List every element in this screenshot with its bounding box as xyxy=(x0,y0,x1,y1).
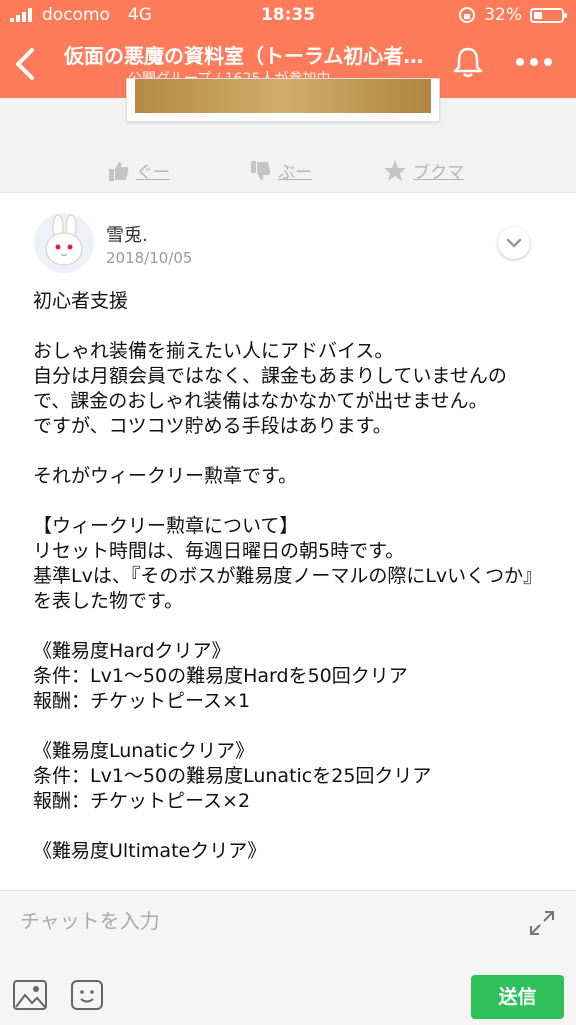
bell-icon[interactable] xyxy=(450,44,486,80)
attached-image[interactable] xyxy=(126,78,440,122)
post-paragraph: それがウィークリー勲章です。 xyxy=(33,465,298,487)
post-paragraph: 《難易度Ultimateクリア》 xyxy=(33,840,267,862)
more-options-icon[interactable] xyxy=(512,50,556,74)
rabbit-avatar-icon xyxy=(45,214,83,266)
post-date: 2018/10/05 xyxy=(106,249,193,267)
bad-label: ぶー xyxy=(278,163,312,183)
chat-bar: チャットを入力 送信 xyxy=(0,890,576,1025)
photo-icon[interactable] xyxy=(12,979,48,1011)
post-card: 雪兎. 2018/10/05 初心者支援 おしゃれ装備を揃えたい人にアドバイス。… xyxy=(0,192,576,893)
post-paragraph: 初心者支援 xyxy=(33,290,129,312)
thumbs-down-icon xyxy=(251,160,271,180)
good-label: ぐー xyxy=(136,163,170,183)
post-menu-button[interactable] xyxy=(498,227,530,259)
post-paragraph: おしゃれ装備を揃えたい人にアドバイス。 自分は月額会員ではなく、課金もあまりして… xyxy=(33,340,507,437)
post-paragraph: 《難易度Lunaticクリア》 条件：Lv1〜50の難易度Lunaticを25回… xyxy=(33,740,432,812)
battery-icon xyxy=(530,7,567,23)
post-body: 初心者支援 おしゃれ装備を揃えたい人にアドバイス。 自分は月額会員ではなく、課金… xyxy=(33,289,543,864)
avatar[interactable] xyxy=(34,213,94,273)
reaction-bar: ぐー ぶー ブクマ xyxy=(0,150,576,190)
battery-percent: 32% xyxy=(484,5,522,25)
back-arrow-icon[interactable] xyxy=(10,42,44,86)
bad-button[interactable]: ぶー xyxy=(250,158,312,183)
post-paragraph: 【ウィークリー勲章について】 リセット時間は、毎週日曜日の朝5時です。 基準Lv… xyxy=(33,515,543,612)
send-button[interactable]: 送信 xyxy=(471,975,564,1019)
chat-input[interactable]: チャットを入力 xyxy=(20,905,160,934)
status-bar: docomo 4G 18:35 32% xyxy=(0,0,576,32)
chevron-down-icon xyxy=(506,238,522,248)
good-button[interactable]: ぐー xyxy=(108,158,170,183)
bookmark-label: ブクマ xyxy=(413,163,464,183)
bookmark-button[interactable]: ブクマ xyxy=(383,158,464,183)
group-title[interactable]: 仮面の悪魔の資料室（トーラム初心者… xyxy=(64,40,434,69)
post-paragraph: 《難易度Hardクリア》 条件：Lv1〜50の難易度Hardを50回クリア 報酬… xyxy=(33,640,408,712)
expand-icon[interactable] xyxy=(528,909,556,937)
thumbs-up-icon xyxy=(109,161,129,181)
author-name[interactable]: 雪兎. xyxy=(106,221,148,247)
star-icon xyxy=(384,159,406,181)
orientation-lock-icon xyxy=(459,7,476,23)
sticker-icon[interactable] xyxy=(70,979,104,1011)
